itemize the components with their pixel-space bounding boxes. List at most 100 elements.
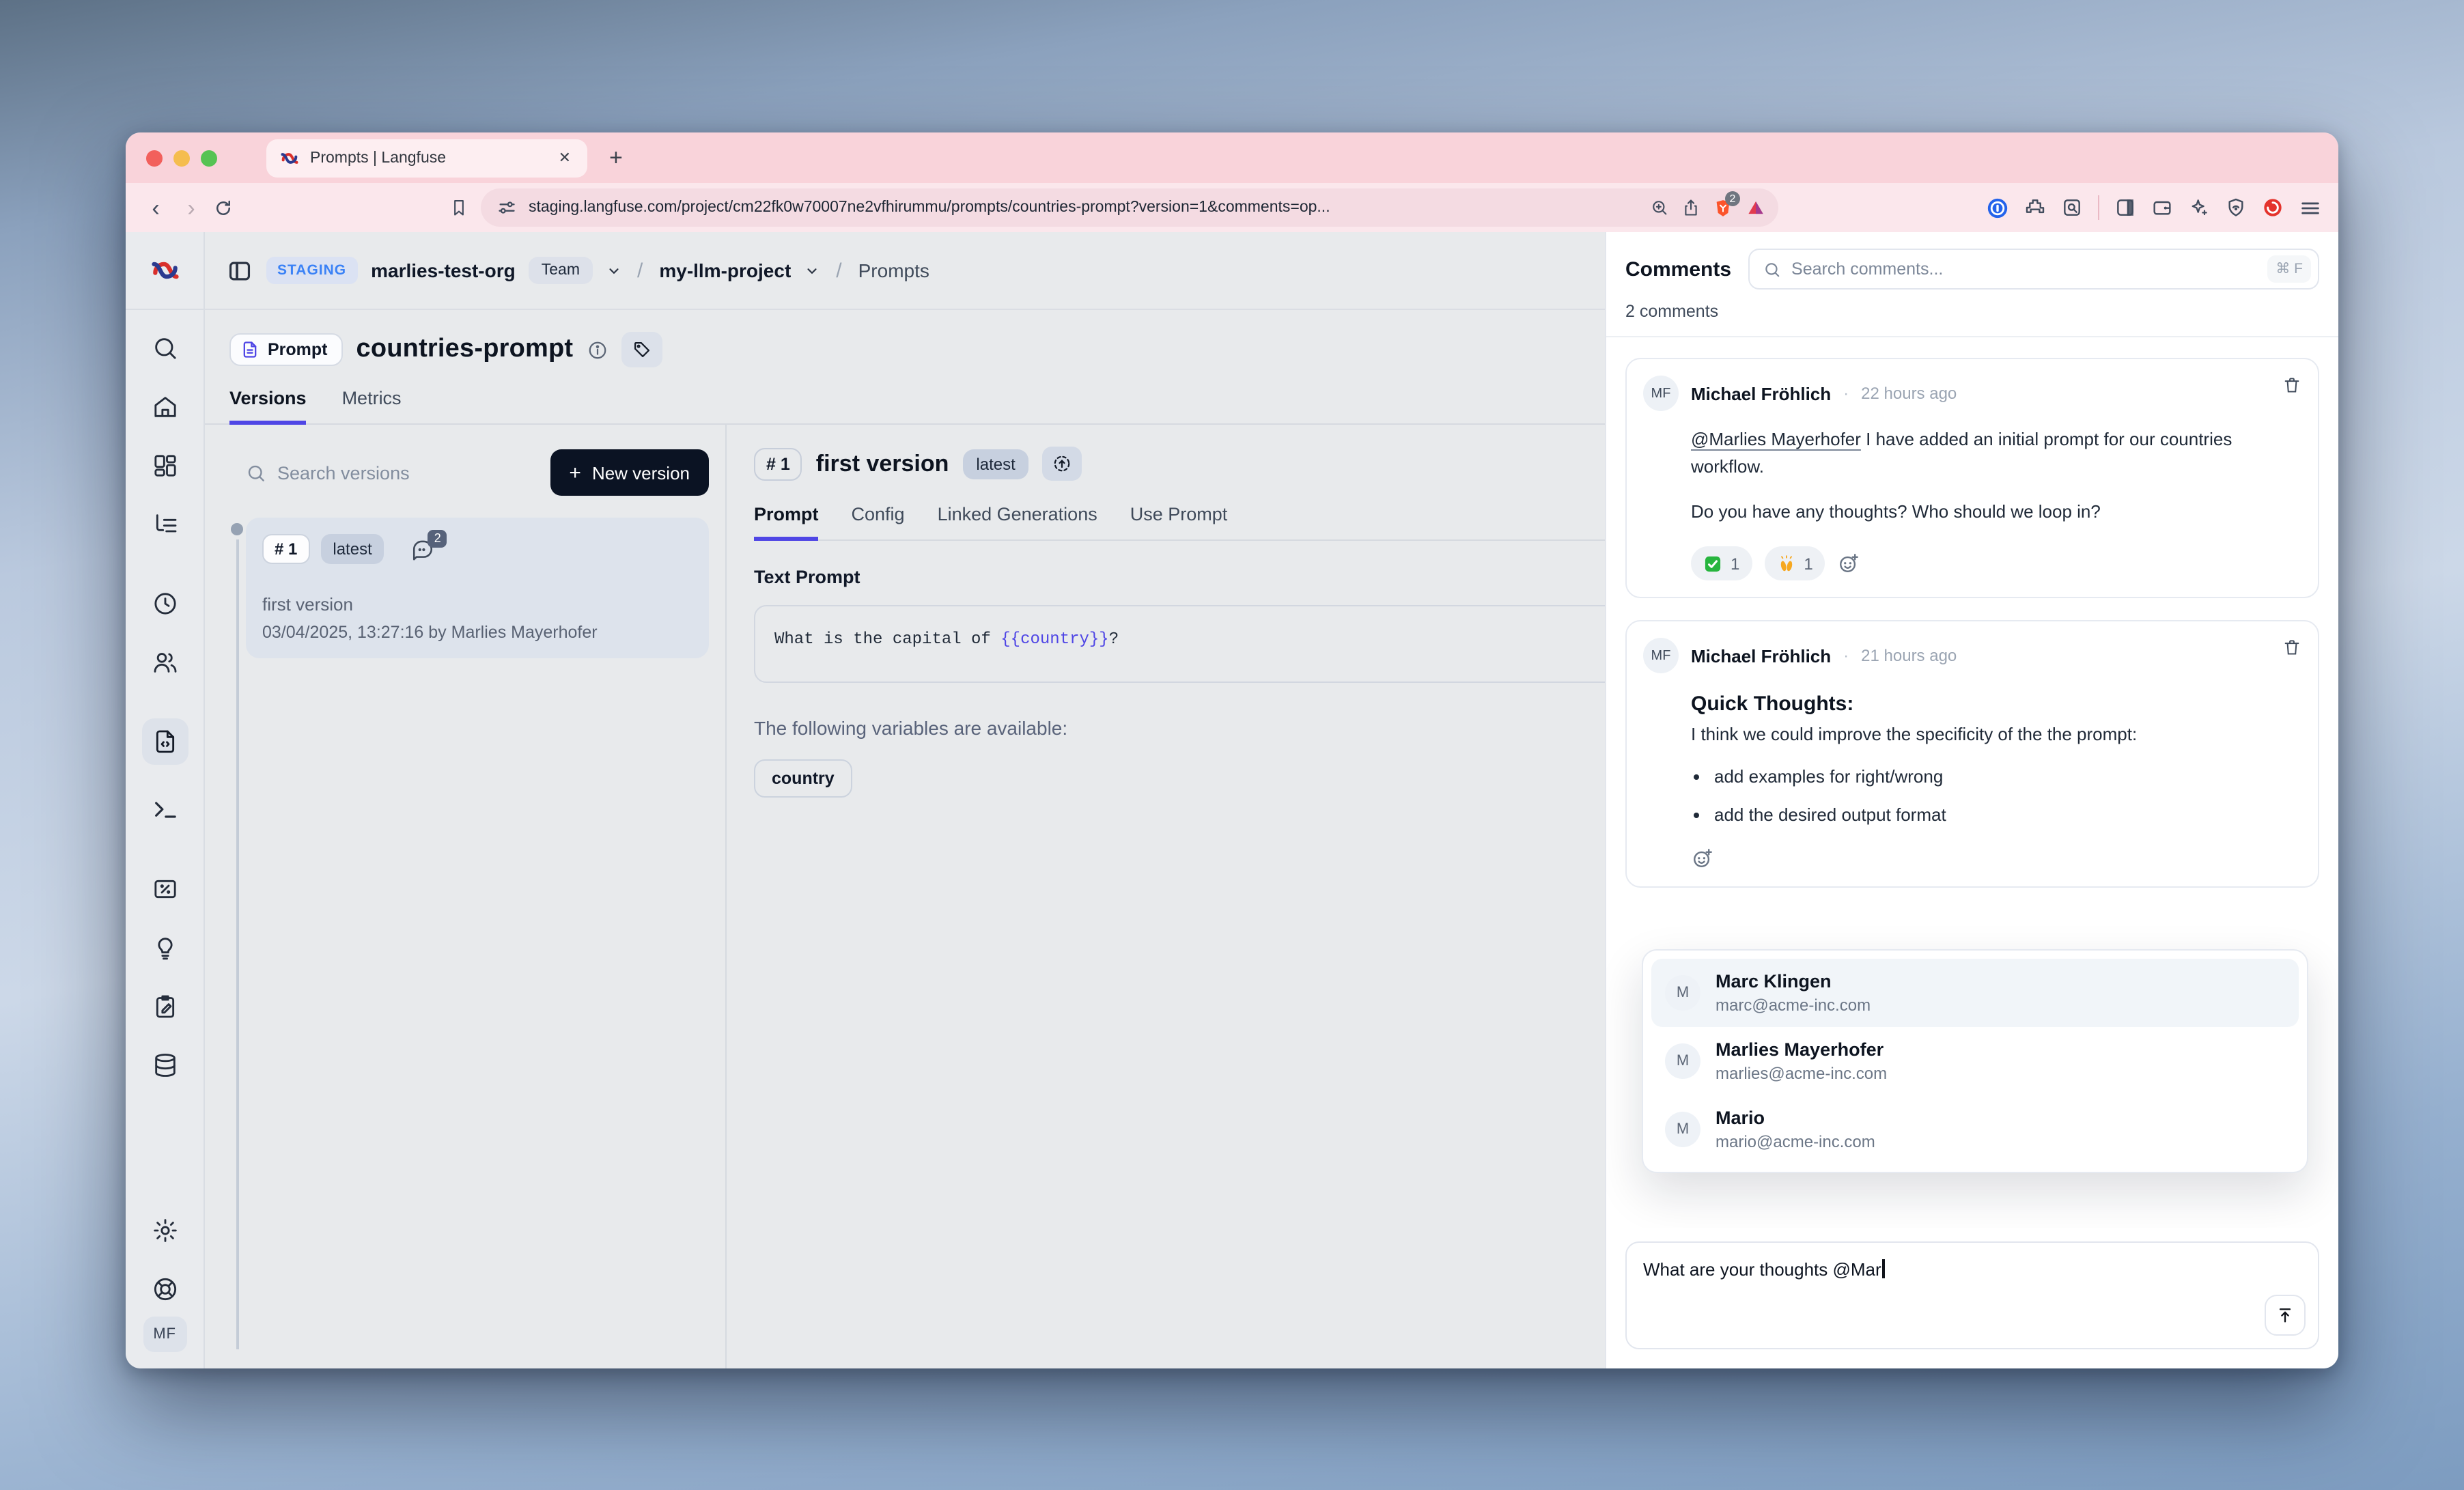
sidebar-item-annotation[interactable] <box>151 993 178 1020</box>
user-avatar[interactable]: MF <box>143 1317 186 1352</box>
sidebar-item-dashboards[interactable] <box>151 452 178 479</box>
search-comments-input[interactable] <box>1791 259 2256 279</box>
add-reaction-icon[interactable] <box>1643 847 2301 870</box>
mention-suggestion[interactable]: M Marlies Mayerhofer marlies@acme-inc.co… <box>1651 1027 2299 1095</box>
new-tab-button[interactable]: + <box>609 144 623 171</box>
suggestion-email: mario@acme-inc.com <box>1716 1132 1875 1151</box>
org-chevron-down-icon[interactable] <box>606 263 621 278</box>
comment-text: I think we could improve the specificity… <box>1691 720 2301 748</box>
search-icon <box>1763 260 1780 278</box>
sidebar-item-home[interactable] <box>151 393 178 421</box>
versions-panel: + New version # 1 latest <box>205 425 725 1368</box>
search-comments-field[interactable]: ⌘ F <box>1748 249 2319 290</box>
reaction-check-pill[interactable]: 1 <box>1691 547 1752 581</box>
sidebar-panel-icon[interactable] <box>2114 197 2136 219</box>
sidebar-item-users[interactable] <box>151 649 178 676</box>
privacy-shield-icon[interactable] <box>2225 197 2247 219</box>
forward-icon[interactable]: › <box>178 196 205 219</box>
langfuse-favicon-icon <box>280 148 299 167</box>
reaction-raised-hands-pill[interactable]: 1 <box>1764 547 1825 581</box>
extensions-puzzle-icon[interactable] <box>2024 197 2046 219</box>
browser-tab[interactable]: Prompts | Langfuse ✕ <box>266 139 587 177</box>
avatar: MF <box>1643 638 1679 674</box>
comments-bubble-icon[interactable]: 2 <box>412 537 435 561</box>
sidebar-toggle-icon[interactable] <box>227 257 253 283</box>
tag-button[interactable] <box>621 332 662 367</box>
sidebar-item-playground[interactable] <box>151 796 178 824</box>
sparkle-wand-icon[interactable] <box>2188 197 2210 219</box>
submit-comment-button[interactable] <box>2265 1295 2306 1336</box>
mention-link[interactable]: @Marlies Mayerhofer <box>1691 429 1861 449</box>
comment-bullet-list: add examples for right/wrong add the des… <box>1691 763 2301 830</box>
delete-comment-icon[interactable] <box>2282 376 2301 395</box>
close-window-button[interactable] <box>146 150 163 166</box>
breadcrumb-org[interactable]: marlies-test-org <box>371 259 516 281</box>
address-bar[interactable]: staging.langfuse.com/project/cm22fk0w700… <box>481 188 1778 227</box>
timeline-line <box>236 539 238 1349</box>
back-icon[interactable]: ‹ <box>142 196 169 219</box>
tab-use-prompt[interactable]: Use Prompt <box>1130 504 1228 541</box>
comment-author: Michael Fröhlich <box>1691 646 1831 666</box>
comments-list: MF Michael Fröhlich · 22 hours ago @Marl… <box>1606 337 2338 1228</box>
search-box-icon[interactable] <box>2061 197 2083 219</box>
sidebar-item-datasets[interactable] <box>151 1052 178 1079</box>
tab-metrics[interactable]: Metrics <box>342 388 402 425</box>
info-icon[interactable] <box>587 339 607 360</box>
sidebar-item-evaluation[interactable] <box>151 934 178 961</box>
check-mark-emoji <box>1703 554 1722 574</box>
close-tab-icon[interactable]: ✕ <box>556 149 574 167</box>
mention-suggestion[interactable]: M Mario mario@acme-inc.com <box>1651 1095 2299 1164</box>
brave-rewards-icon[interactable] <box>1746 197 1766 218</box>
sidebar-item-settings[interactable] <box>151 1217 178 1244</box>
detail-version-number: # 1 <box>754 447 802 480</box>
reload-icon[interactable] <box>213 197 234 218</box>
share-icon[interactable] <box>1681 198 1700 217</box>
tab-config[interactable]: Config <box>852 504 905 541</box>
comment-card: MF Michael Fröhlich · 21 hours ago Quick… <box>1625 621 2319 888</box>
comment-input[interactable]: What are your thoughts @Mar <box>1625 1241 2319 1349</box>
maximize-window-button[interactable] <box>201 150 217 166</box>
mention-suggestion[interactable]: M Marc Klingen marc@acme-inc.com <box>1651 959 2299 1027</box>
speedreader-swirl-icon[interactable] <box>2262 197 2284 219</box>
minimize-window-button[interactable] <box>173 150 190 166</box>
sidebar-rail: MF <box>126 232 205 1368</box>
suggestion-name: Marlies Mayerhofer <box>1716 1039 1887 1060</box>
suggestion-email: marlies@acme-inc.com <box>1716 1064 1887 1083</box>
password-manager-icon[interactable] <box>1986 196 2009 219</box>
breadcrumb-section[interactable]: Prompts <box>858 259 929 281</box>
new-version-button[interactable]: + New version <box>550 449 709 496</box>
zoom-page-icon[interactable] <box>1650 198 1669 217</box>
sidebar-item-tracing[interactable] <box>151 511 178 538</box>
sidebar-item-sessions[interactable] <box>151 590 178 617</box>
bookmark-icon[interactable] <box>449 198 468 217</box>
sidebar-item-support[interactable] <box>151 1276 178 1303</box>
comment-text: Do you have any thoughts? Who should we … <box>1691 499 2301 526</box>
breadcrumb-project[interactable]: my-llm-project <box>659 259 791 281</box>
promote-version-button[interactable] <box>1043 447 1082 481</box>
wallet-icon[interactable] <box>2151 197 2173 219</box>
langfuse-logo[interactable] <box>126 232 204 310</box>
menu-hamburger-icon[interactable] <box>2299 196 2322 219</box>
delete-comment-icon[interactable] <box>2282 638 2301 658</box>
sidebar-item-search[interactable] <box>151 335 178 362</box>
sidebar-item-scores[interactable] <box>151 875 178 903</box>
tab-versions[interactable]: Versions <box>229 388 307 425</box>
search-versions-input[interactable] <box>277 462 455 483</box>
tab-linked-generations[interactable]: Linked Generations <box>938 504 1097 541</box>
suggestion-name: Marc Klingen <box>1716 971 1871 992</box>
add-reaction-icon[interactable] <box>1838 552 1861 576</box>
tab-prompt[interactable]: Prompt <box>754 504 819 541</box>
suggestion-name: Mario <box>1716 1108 1875 1128</box>
site-settings-icon[interactable] <box>497 198 516 217</box>
search-versions-field[interactable] <box>246 462 550 483</box>
shield-count-badge: 2 <box>1725 191 1740 206</box>
version-list-item[interactable]: # 1 latest 2 first version 03/04/2025, 1… <box>246 518 709 658</box>
window-controls <box>146 150 217 166</box>
brave-shield-icon[interactable]: 2 <box>1713 197 1733 218</box>
project-chevron-down-icon[interactable] <box>804 263 820 278</box>
sidebar-item-prompts[interactable] <box>141 718 188 765</box>
bullet-item: add the desired output format <box>1714 802 2301 829</box>
url-text[interactable]: staging.langfuse.com/project/cm22fk0w700… <box>529 199 1638 216</box>
text-cursor <box>1883 1259 1885 1278</box>
org-role-badge: Team <box>529 257 592 284</box>
